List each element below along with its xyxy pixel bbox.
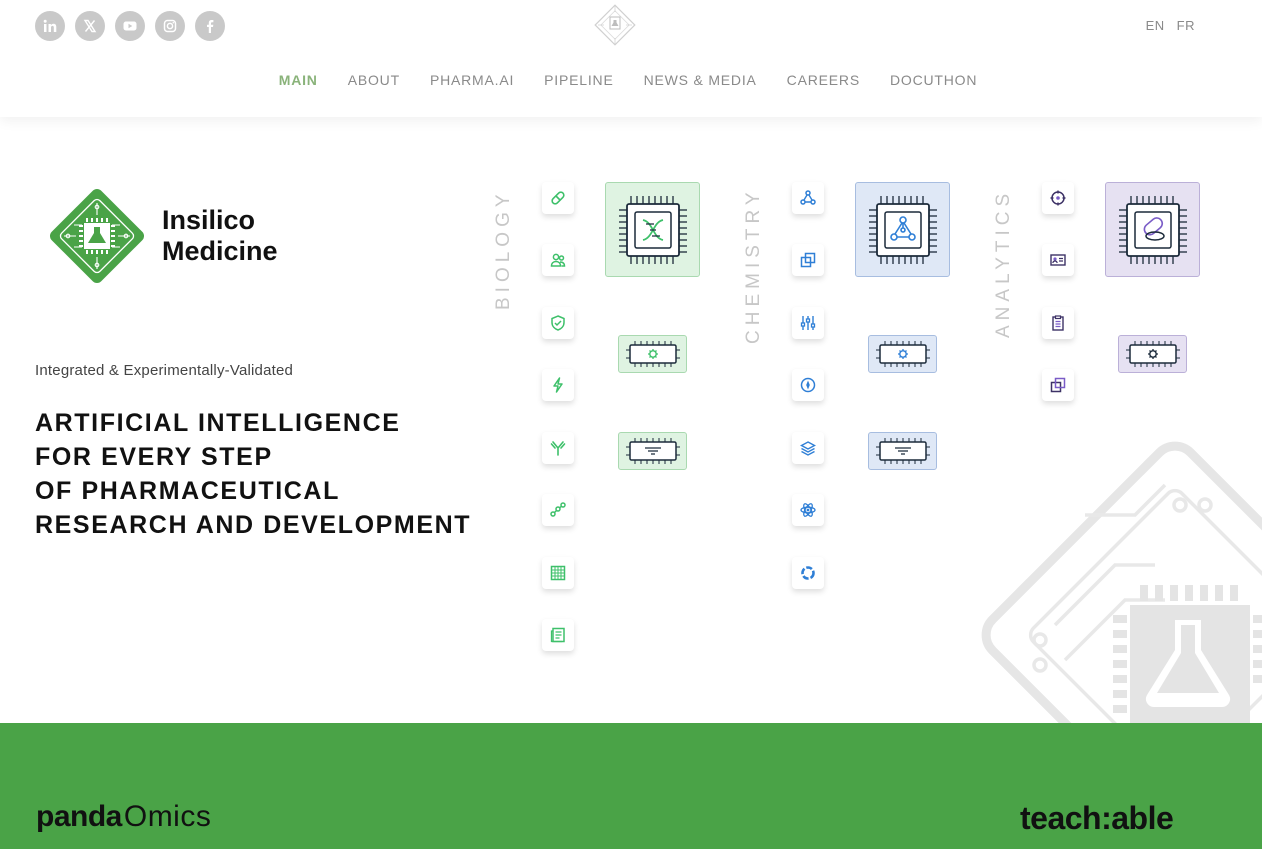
biology-main-chip[interactable] [605,182,700,277]
pandaomics-logo[interactable]: panda Omics [36,800,211,834]
nav-careers[interactable]: CAREERS [787,72,860,88]
biology-tile-graph[interactable] [542,494,574,526]
lightning-icon [553,377,563,393]
headline-line-1: ARTIFICIAL INTELLIGENCE [35,409,401,437]
id-card-icon [1050,254,1066,266]
antibody-icon [550,441,566,456]
nav-news-media[interactable]: NEWS & MEDIA [644,72,757,88]
filter-chip-icon [875,438,930,464]
panda-wordmark: panda [36,800,122,833]
ring-icon [801,566,815,580]
youtube-icon [123,21,137,31]
chemistry-tile-atom[interactable] [792,494,824,526]
chemistry-tile-ring[interactable] [792,557,824,589]
facebook-link[interactable] [195,11,225,41]
column-label-biology: BIOLOGY [493,189,514,310]
people-icon [550,253,566,267]
nav-about[interactable]: ABOUT [348,72,400,88]
language-switcher: EN FR [1146,18,1195,33]
chemistry-tile-sliders[interactable] [792,307,824,339]
biology-chip-filter[interactable] [618,432,687,470]
headline-line-2: FOR EVERY STEP [35,443,273,471]
biology-tile-document[interactable] [542,619,574,651]
nav-pharma-ai[interactable]: PHARMA.AI [430,72,514,88]
chemistry-chip-filter[interactable] [868,432,937,470]
graph-icon [550,502,566,517]
pill-icon [551,191,565,205]
page: EN FR MAIN ABOUT PHARMA.AI PIPELINE NEWS… [0,0,1262,849]
headline-line-3: OF PHARMACEUTICAL [35,477,340,505]
hero-subtitle: Integrated & Experimentally-Validated [35,362,294,379]
molecule-chip-icon [868,195,937,264]
brand-line-1: Insilico [162,205,256,235]
social-links [35,11,225,41]
biology-tile-people[interactable] [542,244,574,276]
instagram-link[interactable] [155,11,185,41]
biology-chip-gear[interactable] [618,335,687,373]
shield-icon [551,315,565,331]
hero-headline: ARTIFICIAL INTELLIGENCE FOR EVERY STEP O… [35,406,471,542]
top-logo-icon[interactable] [590,0,640,50]
copy-icon [1050,377,1066,393]
compass-icon [800,377,816,393]
dna-icon [618,195,687,264]
lang-en[interactable]: EN [1146,18,1165,33]
nav-docuthon[interactable]: DOCUTHON [890,72,977,88]
biology-tile-pill[interactable] [542,182,574,214]
chemistry-tile-compass[interactable] [792,369,824,401]
biology-tile-grid[interactable] [542,557,574,589]
biology-tile-lightning[interactable] [542,369,574,401]
x-link[interactable] [75,11,105,41]
chemistry-tile-molecule[interactable] [792,182,824,214]
molecule-icon [800,190,816,205]
layers-copy-icon [800,252,816,268]
chemistry-tile-stack[interactable] [792,432,824,464]
instagram-icon [163,19,177,33]
brand-line-2: Medicine [162,236,278,266]
insilico-logo-icon[interactable] [44,183,150,289]
youtube-link[interactable] [115,11,145,41]
analytics-chip-gear[interactable] [1118,335,1187,373]
main-nav: MAIN ABOUT PHARMA.AI PIPELINE NEWS & MED… [0,72,1262,88]
teachable-logo[interactable]: teach:able [1020,800,1174,837]
facebook-icon [207,20,214,33]
grid-icon [550,565,566,581]
analytics-tile-clipboard[interactable] [1042,307,1074,339]
sliders-icon [800,316,816,330]
gear-chip-icon [1125,341,1180,367]
linkedin-icon [43,19,57,32]
filter-chip-icon [625,438,680,464]
capsule-chip-icon [1118,195,1187,264]
nav-main[interactable]: MAIN [279,72,318,88]
biology-tile-antibody[interactable] [542,432,574,464]
site-header: EN FR MAIN ABOUT PHARMA.AI PIPELINE NEWS… [0,0,1262,117]
gear-chip-icon [875,341,930,367]
column-label-chemistry: CHEMISTRY [743,187,764,344]
linkedin-link[interactable] [35,11,65,41]
x-icon [83,19,97,33]
chemistry-main-chip[interactable] [855,182,950,277]
lang-fr[interactable]: FR [1177,18,1195,33]
document-icon [550,627,565,643]
biology-tile-shield[interactable] [542,307,574,339]
atom-icon [800,503,816,517]
analytics-main-chip[interactable] [1105,182,1200,277]
brand: Insilico Medicine [44,183,278,289]
clipboard-icon [1052,315,1064,331]
analytics-tile-target[interactable] [1042,182,1074,214]
chemistry-tile-layers[interactable] [792,244,824,276]
chemistry-chip-gear[interactable] [868,335,937,373]
headline-line-4: RESEARCH AND DEVELOPMENT [35,511,472,539]
gear-chip-icon [625,341,680,367]
brand-name: Insilico Medicine [162,205,278,267]
analytics-tile-copy[interactable] [1042,369,1074,401]
omics-wordmark: Omics [123,800,212,833]
column-label-analytics: ANALYTICS [993,188,1014,338]
nav-pipeline[interactable]: PIPELINE [544,72,613,88]
stack-icon [800,441,816,456]
target-icon [1050,190,1066,206]
analytics-tile-id-card[interactable] [1042,244,1074,276]
